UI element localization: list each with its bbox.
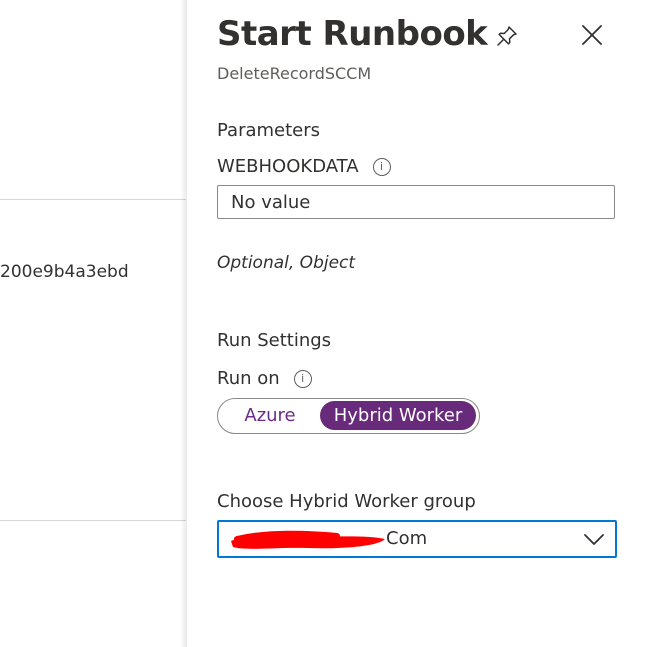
- run-settings-heading: Run Settings: [217, 330, 332, 351]
- run-on-label: Run on: [217, 368, 280, 389]
- toggle-option-hybrid-worker[interactable]: Hybrid Worker: [320, 401, 476, 430]
- chevron-down-icon: [584, 534, 604, 545]
- hybrid-worker-group-value: Com: [386, 528, 428, 549]
- runbook-name: DeleteRecordSCCM: [217, 64, 372, 83]
- webhookdata-input[interactable]: [217, 185, 615, 219]
- runbook-id-fragment: 200e9b4a3ebd: [0, 262, 129, 282]
- divider: [0, 199, 186, 200]
- parameters-heading: Parameters: [217, 120, 321, 141]
- webhookdata-label: WEBHOOKDATA: [217, 156, 359, 177]
- start-runbook-blade: Start Runbook DeleteRecordSCCM Parameter…: [187, 0, 648, 647]
- info-icon[interactable]: i: [293, 370, 312, 388]
- redaction-mark: [231, 530, 385, 549]
- divider: [0, 520, 186, 521]
- hybrid-worker-group-label: Choose Hybrid Worker group: [217, 491, 476, 512]
- background-pane: 200e9b4a3ebd: [0, 0, 186, 647]
- run-on-label-row: Run on i: [217, 368, 312, 389]
- blade-title: Start Runbook: [217, 14, 488, 54]
- pin-icon[interactable]: [495, 24, 519, 48]
- hybrid-worker-group-dropdown[interactable]: Com: [217, 520, 617, 558]
- info-icon[interactable]: i: [372, 158, 391, 176]
- run-on-toggle[interactable]: Azure Hybrid Worker: [217, 398, 480, 434]
- webhookdata-hint: Optional, Object: [217, 253, 356, 273]
- webhookdata-label-row: WEBHOOKDATA i: [217, 156, 391, 177]
- close-icon[interactable]: [579, 22, 605, 48]
- toggle-option-azure[interactable]: Azure: [222, 401, 318, 430]
